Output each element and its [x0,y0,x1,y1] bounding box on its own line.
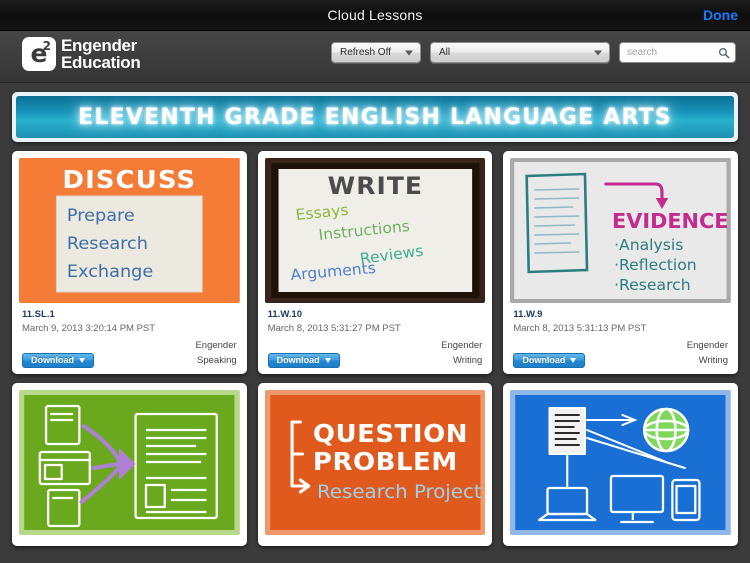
svg-text:QUESTION: QUESTION [313,419,468,448]
svg-text:Exchange: Exchange [67,262,153,282]
lesson-thumbnail-question[interactable]: QUESTION PROBLEM Research Project [264,389,486,535]
chevron-down-icon [570,357,577,363]
search-icon[interactable] [718,47,730,59]
logo-line-2: Education [61,53,141,73]
publisher-name: Engender [686,340,728,352]
toolbar-controls: Refresh Off All [331,42,736,63]
refresh-dropdown-value: Refresh Off [340,47,391,58]
logo-superscript: 2 [42,39,51,54]
window-title-bar: Cloud Lessons Done [0,0,750,31]
download-button[interactable]: Download [267,352,340,368]
lesson-code: 11.W.10 [267,309,302,320]
chevron-down-icon [405,50,413,55]
download-button-label: Download [276,355,320,366]
logo-mark-icon: e 2 [22,37,56,72]
logo-wordmark: Engender Education [61,36,141,73]
lesson-card[interactable] [12,382,247,546]
svg-text:Research Project: Research Project [317,480,482,503]
publisher-name: Engender [195,340,237,352]
chevron-down-icon [324,357,331,363]
category-banner: ELEVENTH GRADE ENGLISH LANGUAGE ARTS [12,92,738,142]
lesson-thumbnail-write[interactable]: WRITE Essays Instructions Reviews Argume… [264,158,486,303]
app-toolbar: e 2 Engender Education Refresh Off All [0,31,750,83]
lesson-card[interactable]: DISCUSS Prepare Research Exchange 11.SL.… [12,151,247,374]
lesson-meta: 11.SL.1 March 9, 2013 3:20:14 PM PST Dow… [19,303,240,368]
lesson-meta: 11.W.10 March 8, 2013 5:31:27 PM PST Dow… [265,303,486,368]
svg-text:WRITE: WRITE [327,171,422,199]
category-banner-title: ELEVENTH GRADE ENGLISH LANGUAGE ARTS [78,104,672,130]
lesson-card[interactable] [503,382,738,546]
lesson-grid-row-1: DISCUSS Prepare Research Exchange 11.SL.… [0,142,750,374]
search-input[interactable] [627,47,713,58]
svg-text:PROBLEM: PROBLEM [313,447,458,476]
lesson-thumbnail-evidence[interactable]: EVIDENCE ·Analysis ·Reflection ·Research [510,158,731,303]
category-banner-inner: ELEVENTH GRADE ENGLISH LANGUAGE ARTS [16,96,734,138]
filter-dropdown[interactable]: All [430,42,610,63]
svg-text:Prepare: Prepare [67,206,135,226]
page-title: Cloud Lessons [327,7,423,23]
download-button[interactable]: Download [513,352,586,368]
refresh-dropdown[interactable]: Refresh Off [331,42,421,63]
lesson-code: 11.W.9 [513,309,543,320]
lesson-card[interactable]: WRITE Essays Instructions Reviews Argume… [257,151,493,374]
chevron-down-icon [79,357,85,363]
chevron-down-icon [594,50,602,55]
svg-text:·Analysis: ·Analysis [614,236,683,254]
lesson-meta [265,535,486,540]
svg-text:EVIDENCE: EVIDENCE [612,209,728,233]
search-box[interactable] [619,42,736,63]
lesson-code: 11.SL.1 [22,309,55,320]
lesson-thumbnail-devices[interactable] [510,389,731,535]
done-button[interactable]: Done [703,7,738,23]
lesson-meta [19,535,240,540]
download-button[interactable]: Download [22,352,94,368]
lesson-date: March 9, 2013 3:20:14 PM PST [22,323,156,335]
lesson-grid-row-2: QUESTION PROBLEM Research Project [0,374,750,546]
lesson-card[interactable]: EVIDENCE ·Analysis ·Reflection ·Research… [503,151,738,374]
category-banner-container: ELEVENTH GRADE ENGLISH LANGUAGE ARTS [0,83,750,142]
subject-name: Writing [452,354,483,366]
lesson-card[interactable]: QUESTION PROBLEM Research Project [257,382,493,546]
lesson-publisher: Engender Writing [441,339,482,368]
lesson-thumbnail-discuss[interactable]: DISCUSS Prepare Research Exchange [19,158,240,303]
logo-line-1: Engender [61,36,138,55]
lesson-publisher: Engender Writing [687,339,728,368]
filter-dropdown-value: All [439,47,451,58]
lesson-publisher: Engender Speaking [195,339,236,368]
svg-text:Research: Research [67,234,148,254]
svg-text:·Research: ·Research [614,276,691,294]
publisher-name: Engender [441,340,483,352]
lesson-date: March 8, 2013 5:31:27 PM PST [267,323,401,335]
svg-text:DISCUSS: DISCUSS [62,165,196,194]
download-button-label: Download [31,355,74,366]
subject-name: Writing [698,354,728,366]
lesson-thumbnail-sources[interactable] [19,389,240,535]
engender-education-logo: e 2 Engender Education [22,36,141,73]
download-button-label: Download [522,355,566,366]
lesson-meta [510,535,731,540]
lesson-meta: 11.W.9 March 8, 2013 5:31:13 PM PST Down… [510,303,731,368]
subject-name: Speaking [197,354,237,366]
svg-text:·Reflection: ·Reflection [614,256,697,274]
lesson-date: March 8, 2013 5:31:13 PM PST [513,323,647,335]
